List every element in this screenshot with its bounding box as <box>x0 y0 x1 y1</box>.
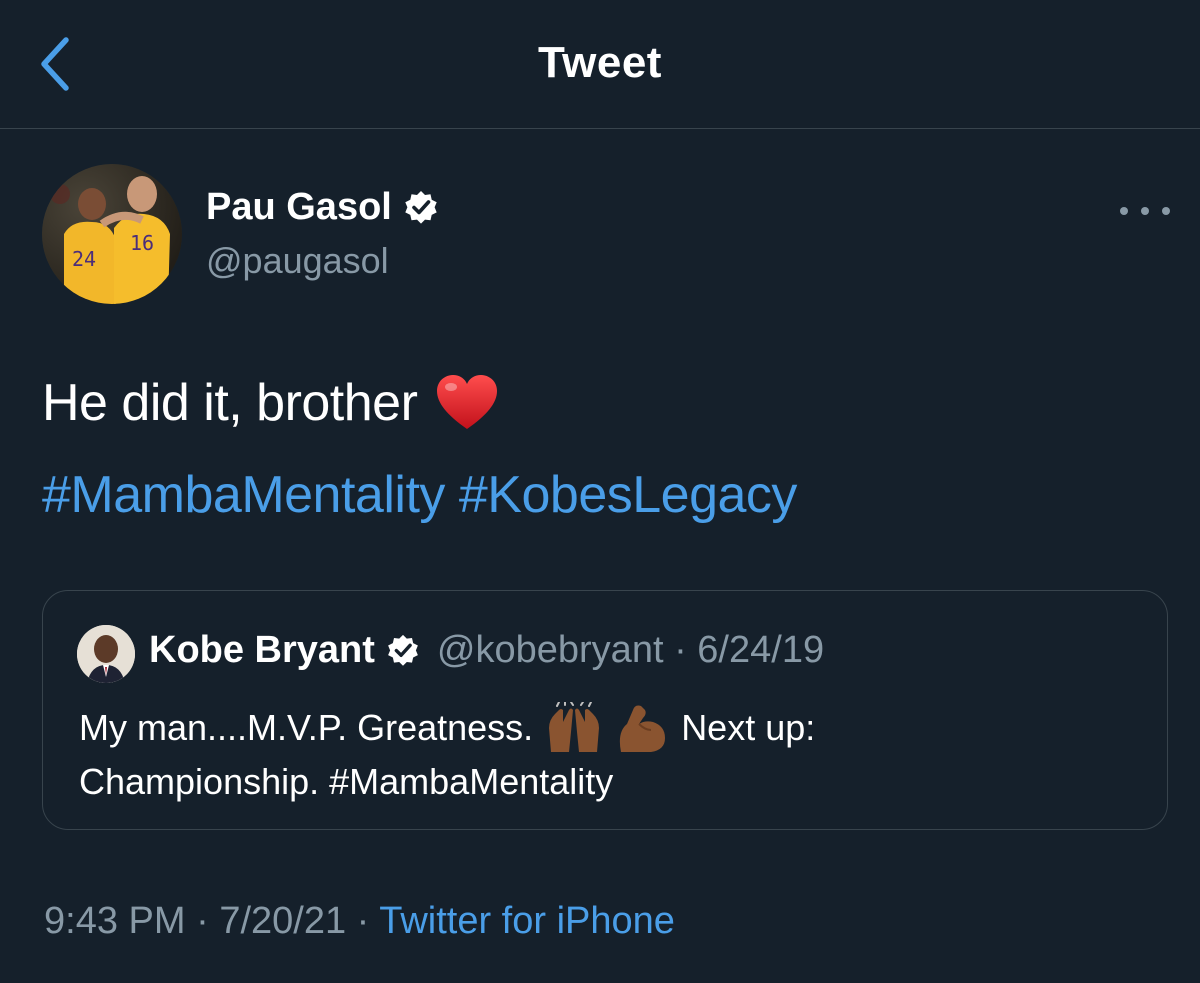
verified-badge-icon <box>388 634 418 666</box>
tweet-source-link[interactable]: Twitter for iPhone <box>379 900 675 942</box>
top-bar: Tweet <box>0 0 1200 129</box>
dot-icon <box>1162 207 1170 215</box>
tweet-detail-screen: Tweet 24 16 Pau Gasol @paugasol He did i… <box>0 0 1200 983</box>
tweet-time: 9:43 PM <box>44 900 186 942</box>
hashtag-link[interactable]: #KobesLegacy <box>459 469 798 521</box>
quoted-tweet-text: My man....M.V.P. Greatness. Next up: Cha… <box>79 701 1139 809</box>
quoted-author-avatar[interactable] <box>77 625 135 683</box>
author-name-row: Pau Gasol <box>206 186 440 229</box>
tweet-timestamp-row: 9:43 PM · 7/20/21 · Twitter for iPhone <box>44 900 675 943</box>
verified-badge-icon <box>405 190 437 224</box>
author-avatar[interactable]: 24 16 <box>42 164 182 304</box>
avatar-image: 24 16 <box>42 164 182 304</box>
avatar-image <box>77 625 135 683</box>
quoted-author-name[interactable]: Kobe Bryant <box>149 629 375 672</box>
quoted-text-line1b: Next up: <box>681 707 816 748</box>
tweet-date: 7/20/21 <box>219 900 347 942</box>
separator-dot: · <box>674 629 687 671</box>
separator-dot: · <box>356 900 370 942</box>
author-handle[interactable]: @paugasol <box>206 240 389 282</box>
more-options-button[interactable] <box>1120 196 1170 226</box>
tweet-text: He did it, brother <box>42 374 418 432</box>
separator-dot: · <box>196 900 209 942</box>
quoted-text-line1a: My man....M.V.P. Greatness. <box>79 707 534 748</box>
quoted-author-handle: @kobebryant <box>436 629 664 671</box>
quoted-tweet-date: 6/24/19 <box>697 629 825 671</box>
dot-icon <box>1141 207 1149 215</box>
quoted-tweet-header: Kobe Bryant @kobebryant · 6/24/19 <box>149 629 824 672</box>
raising-hands-icon <box>549 702 600 752</box>
jersey-number-16: 16 <box>130 231 154 255</box>
quoted-text-line2: Championship. #MambaMentality <box>79 761 614 802</box>
flexed-biceps-icon <box>620 705 666 752</box>
hashtag-link[interactable]: #MambaMentality <box>42 469 445 521</box>
jersey-number-24: 24 <box>72 247 96 271</box>
page-title: Tweet <box>538 38 662 87</box>
tweet-body: He did it, brother #MambaMentality #Kobe… <box>42 368 797 530</box>
quoted-tweet-card[interactable]: Kobe Bryant @kobebryant · 6/24/19 My man… <box>42 590 1168 830</box>
author-name[interactable]: Pau Gasol <box>206 186 392 229</box>
dot-icon <box>1120 207 1128 215</box>
red-heart-icon <box>437 375 498 429</box>
